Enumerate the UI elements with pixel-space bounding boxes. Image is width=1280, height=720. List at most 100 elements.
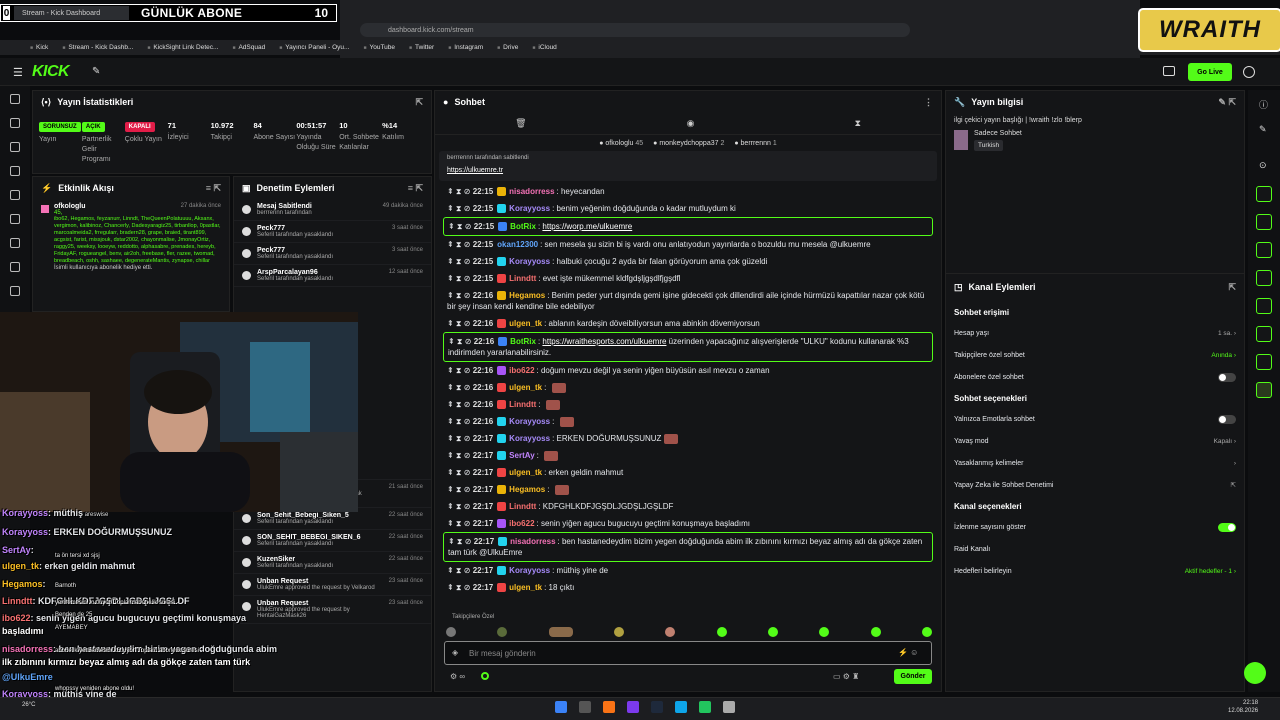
users-icon[interactable]: [10, 286, 20, 296]
brave-icon[interactable]: [603, 701, 615, 713]
hourglass-icon[interactable]: ⧗: [855, 118, 861, 129]
go-live-button[interactable]: Go Live: [1188, 63, 1232, 81]
message-link[interactable]: https://worp.me/ulkuemre: [542, 222, 632, 231]
message-actions-icon[interactable]: ⇞ ⧗ ⊘: [448, 222, 474, 231]
files-icon[interactable]: [579, 701, 591, 713]
chat-message[interactable]: ⇞ ⧗ ⊘ 22:16 Hegamos: Benim peder yurt dış…: [443, 287, 933, 315]
help-fab[interactable]: [1244, 662, 1266, 684]
chat-message[interactable]: ⇞ ⧗ ⊘ 22:15 Korayyoss: benim yeğenim doğd…: [443, 200, 933, 217]
message-username[interactable]: BotRix: [510, 337, 536, 346]
steam-icon[interactable]: [651, 701, 663, 713]
diamond-tool-icon[interactable]: [1256, 382, 1272, 398]
obs-icon[interactable]: [723, 701, 735, 713]
bolt-tool-icon[interactable]: [1256, 186, 1272, 202]
chat-message[interactable]: ⇞ ⧗ ⊘ 22:17 SertAy:: [443, 447, 933, 464]
message-username[interactable]: Korayyoss: [509, 417, 550, 426]
more-icon[interactable]: ⋮: [924, 97, 933, 108]
message-actions-icon[interactable]: ⇞ ⧗ ⊘: [447, 319, 473, 328]
message-link[interactable]: https://wraithesports.com/ulkuemre: [542, 337, 666, 346]
chat-message[interactable]: ⇞ ⧗ ⊘ 22:15 nisadorress: heyecandan: [443, 183, 933, 200]
message-actions-icon[interactable]: ⇞ ⧗ ⊘: [447, 257, 473, 266]
list-tool-icon[interactable]: [1256, 298, 1272, 314]
emote-icon[interactable]: [548, 627, 573, 637]
chat-message[interactable]: ⇞ ⧗ ⊘ 22:17 ulgen_tk: erken geldin mahmut: [443, 464, 933, 481]
address-bar[interactable]: dashboard.kick.com/stream: [360, 23, 910, 37]
pin-icon[interactable]: ✎: [92, 66, 100, 77]
moderation-name[interactable]: ArspParcalayan96: [257, 269, 383, 276]
pinned-link[interactable]: https://ulkuemre.tr: [447, 167, 929, 174]
chat-message[interactable]: ⇞ ⧗ ⊘ 22:15 Linndtt: evet işte mükemmel k…: [443, 270, 933, 287]
chat-message[interactable]: ⇞ ⧗ ⊘ 22:17 ibo622: senin yiğen agucu bug…: [443, 515, 933, 532]
chat-message[interactable]: ⇞ ⧗ ⊘ 22:17 Linndtt: KDFGHLKDFJGŞDLJGDŞLJ…: [443, 498, 933, 515]
chat-message[interactable]: ⇞ ⧗ ⊘ 22:16 ulgen_tk: ablanın kardeşin dö…: [443, 315, 933, 332]
message-username[interactable]: ulgen_tk: [509, 468, 542, 477]
emote-icon[interactable]: [819, 627, 830, 637]
chat-message[interactable]: ⇞ ⧗ ⊘ 22:15 okan12300: sen mesela şu sizi…: [443, 236, 933, 253]
message-actions-icon[interactable]: ⇞ ⧗ ⊘: [447, 434, 473, 443]
window-icon[interactable]: [10, 142, 20, 152]
bookmark-item[interactable]: Yayıncı Paneli - Oyu...: [279, 44, 349, 51]
bookmark-item[interactable]: Instagram: [448, 44, 483, 51]
message-actions-icon[interactable]: ⇞ ⧗ ⊘: [447, 274, 473, 283]
link-icon[interactable]: [10, 118, 20, 128]
setting-toggle[interactable]: [1218, 372, 1236, 382]
chat-bubble-icon[interactable]: ◉: [687, 118, 695, 129]
doc-tool-icon[interactable]: [1256, 214, 1272, 230]
bookmark-item[interactable]: YouTube: [363, 44, 395, 51]
message-username[interactable]: ibo622: [509, 366, 534, 375]
edit-icon[interactable]: ✎ ⇱: [1218, 97, 1236, 108]
stream-icon[interactable]: [10, 94, 20, 104]
chat-input[interactable]: Bir mesaj gönderin: [444, 641, 932, 665]
trophy-icon[interactable]: [10, 190, 20, 200]
bookmark-item[interactable]: KickSight Link Detec...: [147, 44, 218, 51]
emote-icon[interactable]: [870, 627, 881, 637]
chat-message[interactable]: ⇞ ⧗ ⊘ 22:17 Korayyoss: müthiş yine de: [443, 562, 933, 579]
message-username[interactable]: Korayyoss: [509, 434, 550, 443]
filter-icon[interactable]: ≡ ⇱: [206, 183, 221, 194]
emote-picker-icon[interactable]: ⚡ ☺: [898, 648, 918, 657]
emote-icon[interactable]: [921, 627, 932, 637]
chat-tool-icon[interactable]: [1256, 242, 1272, 258]
message-username[interactable]: Hegamos: [509, 485, 545, 494]
chat-message[interactable]: ⇞ ⧗ ⊘ 22:17 Korayyoss: ERKEN DOĞURMUŞSUNU…: [443, 430, 933, 447]
emote-icon[interactable]: [767, 627, 778, 637]
message-username[interactable]: ibo622: [509, 519, 534, 528]
pinned-message[interactable]: berrrennn tarafından sabitlendi https://…: [439, 151, 937, 181]
message-username[interactable]: Linndtt: [509, 502, 536, 511]
message-actions-icon[interactable]: ⇞ ⧗ ⊘: [447, 400, 473, 409]
message-actions-icon[interactable]: ⇞ ⧗ ⊘: [447, 485, 473, 494]
menu-icon[interactable]: ☰: [13, 66, 23, 79]
app-icon[interactable]: [675, 701, 687, 713]
setting-toggle[interactable]: [1218, 414, 1236, 424]
emote-icon[interactable]: [716, 627, 727, 637]
filter-icon[interactable]: ≡ ⇱: [408, 183, 423, 194]
message-username[interactable]: ulgen_tk: [509, 383, 542, 392]
chat-message[interactable]: ⇞ ⧗ ⊘ 22:16 ulgen_tk:: [443, 379, 933, 396]
bookmark-item[interactable]: Twitter: [409, 44, 434, 51]
chat-tools-icon[interactable]: ▭ ⚙ ♜: [833, 672, 859, 681]
send-button[interactable]: Gönder: [894, 669, 932, 684]
kick-logo[interactable]: KICK: [32, 63, 70, 81]
message-username[interactable]: nisadorress: [510, 537, 555, 546]
screen-icon[interactable]: [1163, 66, 1175, 76]
chat-message[interactable]: ⇞ ⧗ ⊘ 22:16 ibo622: doğum mevzu değil ya …: [443, 362, 933, 379]
setting-row[interactable]: İzlenme sayısını göster: [946, 516, 1244, 538]
message-username[interactable]: SertAy: [509, 451, 535, 460]
message-actions-icon[interactable]: ⇞ ⧗ ⊘: [447, 451, 473, 460]
setting-row[interactable]: Yalnızca Emotlarla sohbet: [946, 408, 1244, 430]
chat-message[interactable]: ⇞ ⧗ ⊘ 22:17 nisadorress: ben hastanedeydi…: [443, 532, 933, 562]
setting-toggle[interactable]: [1218, 522, 1236, 532]
chat-message[interactable]: ⇞ ⧗ ⊘ 22:15 Korayyoss: halbuki çocuğu 2 a…: [443, 253, 933, 270]
pencil-icon[interactable]: ✎: [1259, 124, 1267, 135]
message-username[interactable]: okan12300: [497, 240, 538, 249]
chat-message[interactable]: ⇞ ⧗ ⊘ 22:17 ulgen_tk: 18 çıktı: [443, 579, 933, 596]
info-icon[interactable]: ⓘ: [1259, 98, 1268, 111]
chat-message[interactable]: ⇞ ⧗ ⊘ 22:16 Korayyoss:: [443, 413, 933, 430]
message-actions-icon[interactable]: ⇞ ⧗ ⊘: [447, 502, 473, 511]
emote-icon[interactable]: [665, 627, 676, 637]
setting-row[interactable]: Hesap yaşı 1 sa. ›: [946, 322, 1244, 344]
chat-message[interactable]: ⇞ ⧗ ⊘ 22:16 Linndtt:: [443, 396, 933, 413]
leader-item[interactable]: ● berrrennn 1: [734, 140, 776, 147]
chevron-right-icon[interactable]: ›: [1234, 460, 1236, 467]
emote-icon[interactable]: [446, 627, 456, 637]
